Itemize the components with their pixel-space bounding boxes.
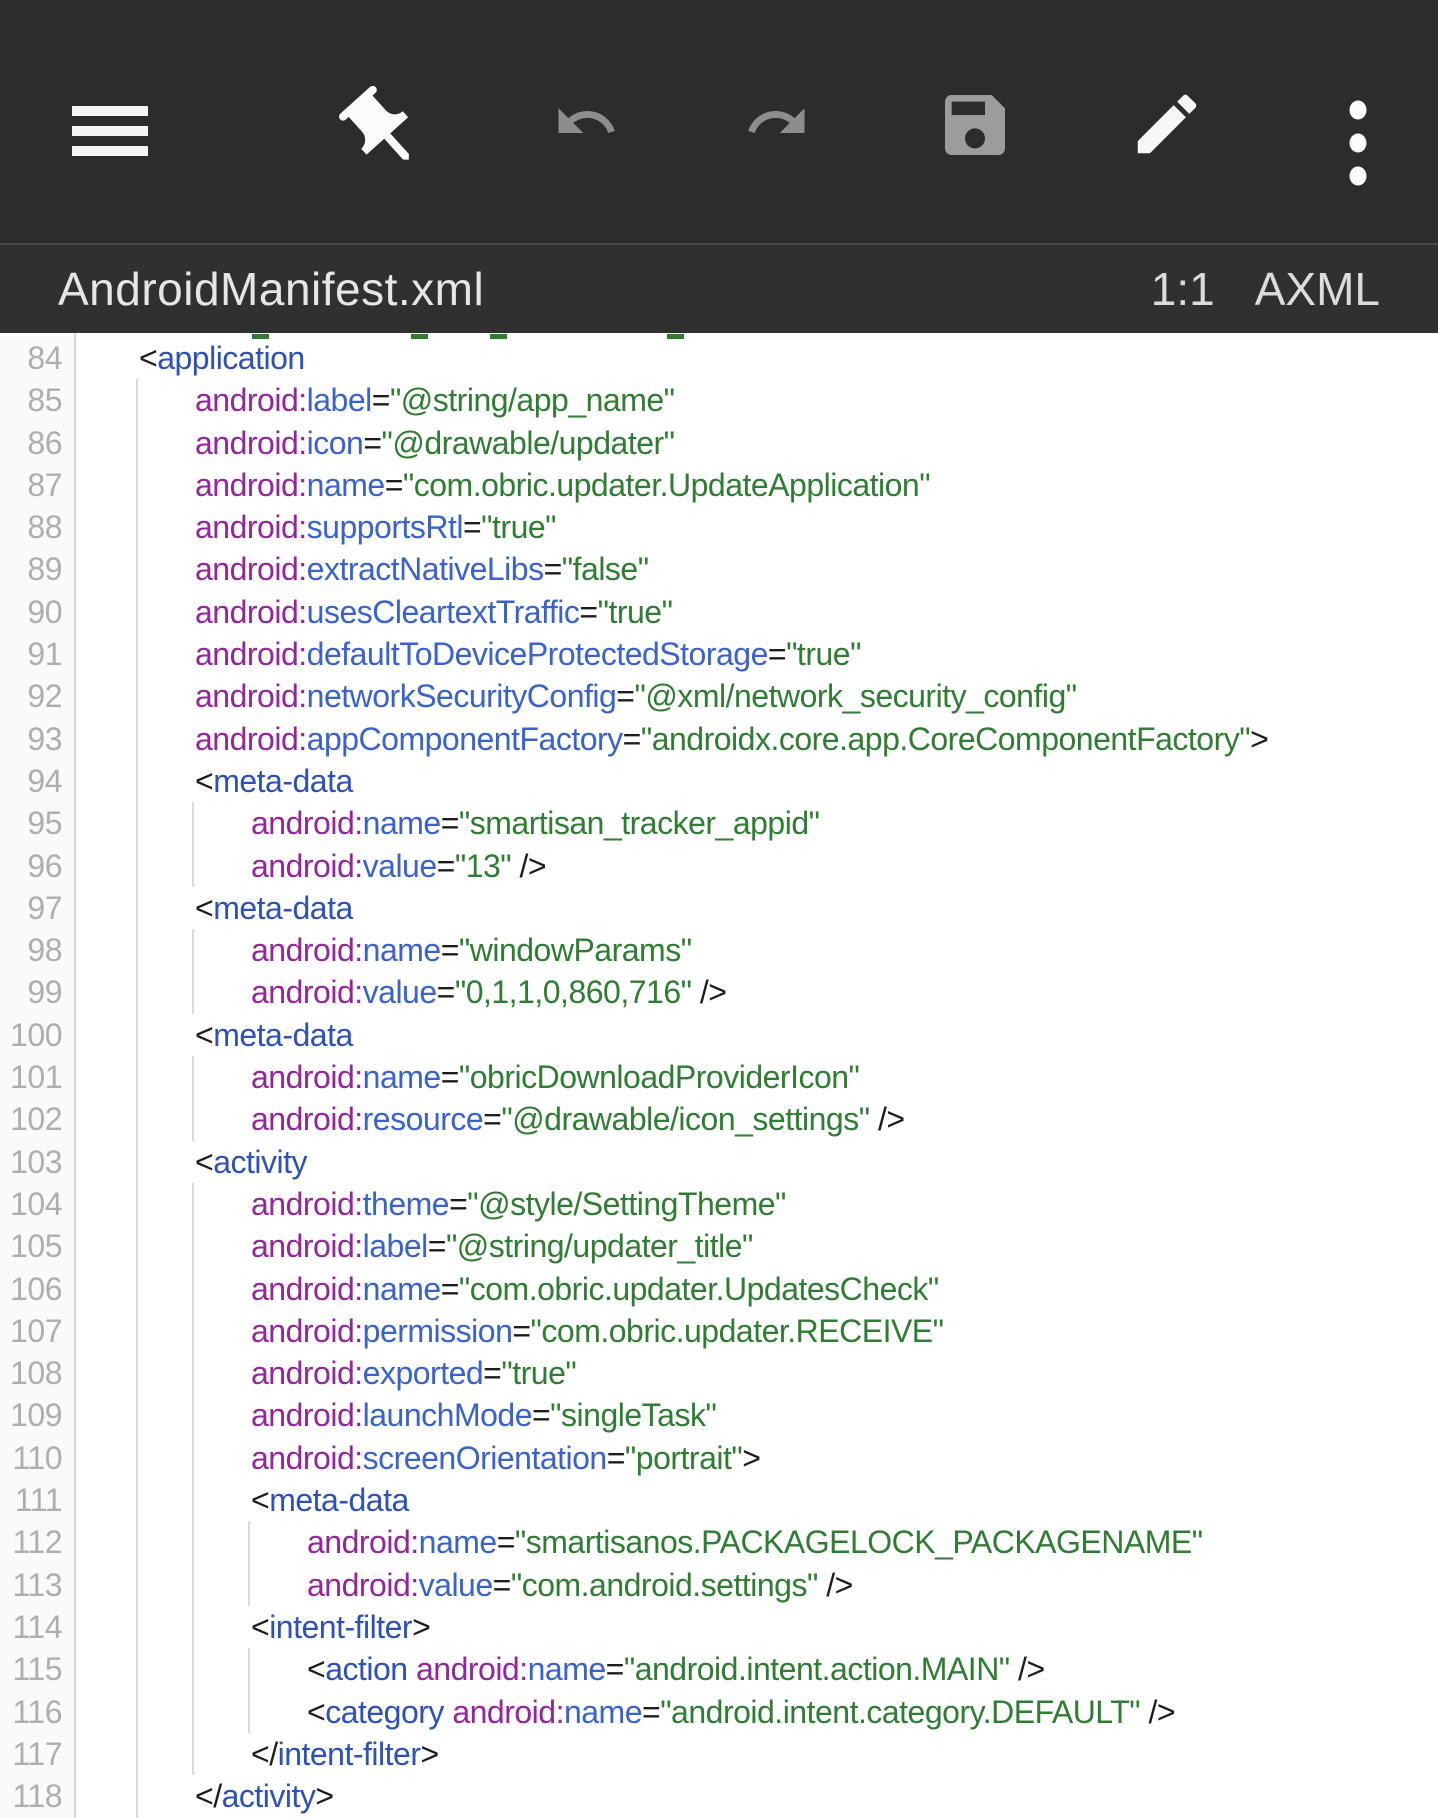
- line-number: 112: [12, 1524, 62, 1561]
- code-line[interactable]: 98 android:name="windowParams": [0, 929, 1438, 971]
- code-line[interactable]: 94 <meta-data: [0, 760, 1438, 802]
- line-number: 113: [12, 1566, 62, 1603]
- line-number: 98: [27, 932, 62, 969]
- code-line[interactable]: 85 android:label="@string/app_name": [0, 379, 1438, 421]
- pin-icon[interactable]: [334, 82, 430, 178]
- line-number: 110: [12, 1439, 62, 1476]
- line-number: 85: [27, 382, 62, 419]
- line-number: 84: [27, 340, 62, 376]
- code-line[interactable]: 95 android:name="smartisan_tracker_appid": [0, 802, 1438, 844]
- code-line[interactable]: 109 android:launchMode="singleTask": [0, 1394, 1438, 1436]
- code-line[interactable]: 97 <meta-data: [0, 887, 1438, 929]
- line-number: 95: [27, 805, 62, 842]
- code-line[interactable]: 107 android:permission="com.obric.updater…: [0, 1310, 1438, 1352]
- line-number: 111: [14, 1482, 63, 1519]
- code-line[interactable]: 111 <meta-data: [0, 1479, 1438, 1521]
- line-number: 96: [27, 847, 62, 884]
- code-line[interactable]: 115 <action android:name="android.intent.…: [0, 1648, 1438, 1690]
- code-line[interactable]: 110 android:screenOrientation="portrait">: [0, 1437, 1438, 1479]
- line-number: 114: [12, 1608, 62, 1645]
- code-line[interactable]: 101 android:name="obricDownloadProviderIc…: [0, 1056, 1438, 1098]
- code-line[interactable]: 88 android:supportsRtl="true": [0, 506, 1438, 548]
- line-number: 94: [27, 762, 62, 799]
- title-bar: AndroidManifest.xml 1:1 AXML: [0, 243, 1438, 333]
- code-line[interactable]: 93 android:appComponentFactory="androidx.…: [0, 718, 1438, 760]
- code-editor[interactable]: 84 <application 85 android:label="@string/a…: [0, 333, 1438, 1818]
- cursor-position[interactable]: 1:1: [1151, 262, 1215, 316]
- code-line[interactable]: 89 android:extractNativeLibs="false": [0, 548, 1438, 590]
- code-line[interactable]: 106 android:name="com.obric.updater.Updat…: [0, 1268, 1438, 1310]
- line-number: 116: [12, 1693, 62, 1730]
- code-line[interactable]: 108 android:exported="true": [0, 1352, 1438, 1394]
- line-number: 109: [10, 1397, 62, 1434]
- code-line[interactable]: 96 android:value="13" />: [0, 845, 1438, 887]
- line-number: 107: [10, 1312, 62, 1349]
- line-number: 89: [27, 551, 62, 588]
- code-line[interactable]: 118 </activity>: [0, 1775, 1438, 1817]
- menu-icon[interactable]: [72, 106, 148, 156]
- code-line[interactable]: 113 android:value="com.android.settings" …: [0, 1564, 1438, 1606]
- line-number: 90: [27, 593, 62, 630]
- code-line[interactable]: 92 android:networkSecurityConfig="@xml/ne…: [0, 675, 1438, 717]
- save-icon[interactable]: [935, 85, 1015, 165]
- code-line[interactable]: 90 android:usesCleartextTraffic="true": [0, 591, 1438, 633]
- line-number: 100: [10, 1016, 62, 1053]
- line-number: 105: [10, 1228, 62, 1265]
- code-line[interactable]: 91 android:defaultToDeviceProtectedStorag…: [0, 633, 1438, 675]
- undo-icon[interactable]: [550, 89, 622, 155]
- line-number: 93: [27, 720, 62, 757]
- code-line[interactable]: 100 <meta-data: [0, 1014, 1438, 1056]
- code-line[interactable]: 112 android:name="smartisanos.PACKAGELOCK…: [0, 1521, 1438, 1563]
- code-line[interactable]: 117 </intent-filter>: [0, 1733, 1438, 1775]
- line-number: 108: [10, 1355, 62, 1392]
- toolbar: [0, 0, 1438, 243]
- code-line[interactable]: 102 android:resource="@drawable/icon_sett…: [0, 1098, 1438, 1140]
- line-number: 92: [27, 678, 62, 715]
- file-type-badge[interactable]: AXML: [1255, 262, 1380, 316]
- line-number: 97: [27, 889, 62, 926]
- code-line[interactable]: 114 <intent-filter>: [0, 1606, 1438, 1648]
- line-number: 88: [27, 509, 62, 546]
- line-number: 106: [10, 1270, 62, 1307]
- line-number: 118: [12, 1778, 62, 1815]
- code-line[interactable]: 105 android:label="@string/updater_title": [0, 1225, 1438, 1267]
- redo-icon[interactable]: [741, 89, 813, 155]
- line-number: 104: [10, 1185, 62, 1222]
- code-line[interactable]: 87 android:name="com.obric.updater.Update…: [0, 464, 1438, 506]
- code-lines: 84 <application 85 android:label="@string/a…: [0, 337, 1438, 1817]
- line-number: 99: [27, 974, 62, 1011]
- line-number: 87: [27, 466, 62, 503]
- line-number: 115: [12, 1651, 62, 1688]
- line-number: 101: [10, 1059, 62, 1096]
- code-line[interactable]: 116 <category android:name="android.inten…: [0, 1691, 1438, 1733]
- code-line[interactable]: 84 <application: [0, 337, 1438, 379]
- code-line[interactable]: 86 android:icon="@drawable/updater": [0, 422, 1438, 464]
- overflow-icon[interactable]: [1347, 98, 1369, 188]
- line-number: 117: [12, 1735, 62, 1772]
- code-line[interactable]: 104 android:theme="@style/SettingTheme": [0, 1183, 1438, 1225]
- line-number: 91: [27, 636, 62, 673]
- code-line[interactable]: 99 android:value="0,1,1,0,860,716" />: [0, 971, 1438, 1013]
- code-line[interactable]: 103 <activity: [0, 1141, 1438, 1183]
- edit-icon[interactable]: [1128, 85, 1206, 163]
- line-number: 102: [10, 1101, 62, 1138]
- line-number: 86: [27, 424, 62, 461]
- line-number: 103: [10, 1143, 62, 1180]
- file-name: AndroidManifest.xml: [58, 263, 485, 315]
